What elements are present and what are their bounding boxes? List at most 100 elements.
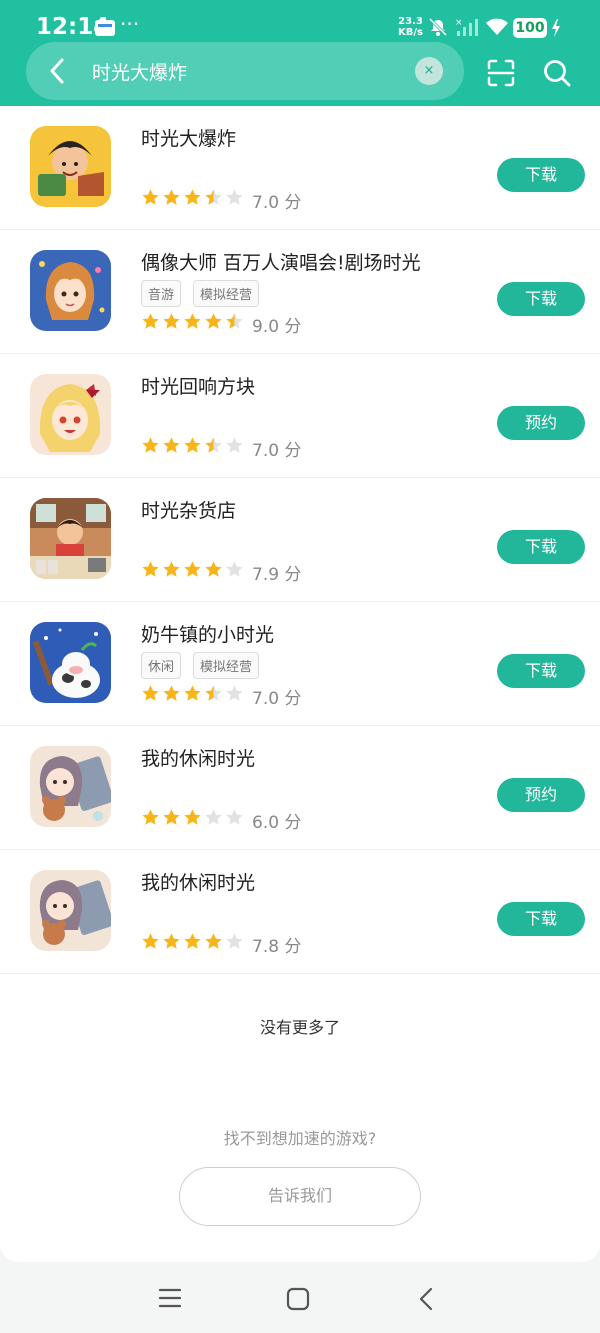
rating-score: 9.0 分 [252, 317, 302, 337]
rating-score: 6.0 分 [252, 813, 302, 833]
network-speed-value: 23.3 [398, 16, 423, 27]
list-item[interactable]: 我的休闲时光 6.0 分 预约 [0, 726, 600, 850]
system-nav-bar [0, 1262, 600, 1333]
star-icon [163, 561, 180, 577]
star-icon [205, 809, 222, 825]
app-icon [30, 746, 111, 827]
star-icon [184, 437, 201, 453]
reserve-button[interactable]: 预约 [497, 406, 585, 440]
app-icon [30, 498, 111, 579]
rating-stars [141, 436, 244, 455]
star-icon [205, 189, 222, 205]
tag: 音游 [141, 280, 182, 307]
tag: 休闲 [141, 652, 182, 679]
cant-find-game-text: 找不到想加速的游戏? [223, 1129, 377, 1148]
mute-bell-icon [428, 17, 448, 37]
app-name: 我的休闲时光 [141, 748, 256, 770]
star-icon [184, 809, 201, 825]
star-icon [205, 685, 222, 701]
app-icon [30, 374, 111, 455]
star-icon [142, 933, 159, 949]
star-icon [184, 685, 201, 701]
status-bar: 12:14 ··· 23.3 KB/s × 100 [0, 0, 600, 46]
tell-us-button[interactable]: 告诉我们 [179, 1167, 421, 1226]
app-name: 偶像大师 百万人演唱会!剧场时光 [141, 252, 421, 274]
scan-icon[interactable] [486, 58, 516, 88]
list-item[interactable]: 偶像大师 百万人演唱会!剧场时光 音游 模拟经营 9.0 分 下载 [0, 230, 600, 354]
more-notifications-icon: ··· [120, 12, 140, 36]
clear-search-button[interactable]: × [415, 57, 443, 85]
star-icon [142, 189, 159, 205]
battery-indicator: 100 [513, 18, 547, 38]
star-icon [163, 437, 180, 453]
star-icon [226, 561, 243, 577]
star-icon [205, 561, 222, 577]
list-item[interactable]: 时光回响方块 7.0 分 预约 [0, 354, 600, 478]
tag-list: 休闲 模拟经营 [141, 652, 260, 679]
rating-score: 7.0 分 [252, 193, 302, 213]
star-icon [163, 685, 180, 701]
message-icon [95, 20, 115, 36]
app-icon [30, 126, 111, 207]
star-icon [142, 437, 159, 453]
app-name: 奶牛镇的小时光 [141, 624, 275, 646]
app-icon [30, 870, 111, 951]
star-icon [163, 313, 180, 329]
star-icon [184, 933, 201, 949]
rating-stars [141, 932, 244, 951]
rating-stars [141, 808, 244, 827]
star-icon [226, 685, 243, 701]
search-input[interactable] [92, 56, 392, 86]
app-name: 时光回响方块 [141, 376, 256, 398]
list-item[interactable]: 时光大爆炸 7.0 分 下载 [0, 106, 600, 230]
rating-stars [141, 188, 244, 207]
download-button[interactable]: 下载 [497, 158, 585, 192]
search-icon[interactable] [542, 58, 572, 88]
tag: 模拟经营 [193, 280, 260, 307]
rating-score: 7.0 分 [252, 441, 302, 461]
list-item[interactable]: 我的休闲时光 7.8 分 下载 [0, 850, 600, 974]
download-button[interactable]: 下载 [497, 530, 585, 564]
svg-text:×: × [455, 18, 463, 28]
rating-stars [141, 560, 244, 579]
results-card: 时光大爆炸 7.0 分 下载 偶像大师 百万人演唱会!剧场时光 音游 模拟经营 … [0, 106, 600, 1262]
star-icon [184, 313, 201, 329]
end-of-list-text: 没有更多了 [259, 1018, 340, 1037]
back-icon[interactable] [416, 1286, 436, 1312]
app-icon [30, 622, 111, 703]
tag-list: 音游 模拟经营 [141, 280, 260, 307]
app-name: 时光大爆炸 [141, 128, 237, 150]
star-icon [205, 437, 222, 453]
rating-score: 7.0 分 [252, 689, 302, 709]
star-icon [184, 189, 201, 205]
back-arrow-icon[interactable] [44, 55, 70, 87]
home-icon[interactable] [286, 1287, 310, 1311]
download-button[interactable]: 下载 [497, 902, 585, 936]
star-icon [163, 933, 180, 949]
star-icon [163, 189, 180, 205]
rating-stars [141, 684, 244, 703]
star-icon [142, 685, 159, 701]
star-icon [142, 809, 159, 825]
download-button[interactable]: 下载 [497, 282, 585, 316]
star-icon [226, 313, 243, 329]
star-icon [226, 933, 243, 949]
menu-icon[interactable] [158, 1287, 182, 1309]
app-name: 时光杂货店 [141, 500, 237, 522]
star-icon [184, 561, 201, 577]
star-icon [226, 437, 243, 453]
reserve-button[interactable]: 预约 [497, 778, 585, 812]
star-icon [205, 933, 222, 949]
list-item[interactable]: 时光杂货店 7.9 分 下载 [0, 478, 600, 602]
list-item[interactable]: 奶牛镇的小时光 休闲 模拟经营 7.0 分 下载 [0, 602, 600, 726]
rating-score: 7.9 分 [252, 565, 302, 585]
star-icon [205, 313, 222, 329]
tag: 模拟经营 [193, 652, 260, 679]
download-button[interactable]: 下载 [497, 654, 585, 688]
star-icon [163, 809, 180, 825]
network-speed-unit: KB/s [398, 27, 423, 38]
star-icon [142, 313, 159, 329]
rating-score: 7.8 分 [252, 937, 302, 957]
star-icon [226, 189, 243, 205]
star-icon [226, 809, 243, 825]
